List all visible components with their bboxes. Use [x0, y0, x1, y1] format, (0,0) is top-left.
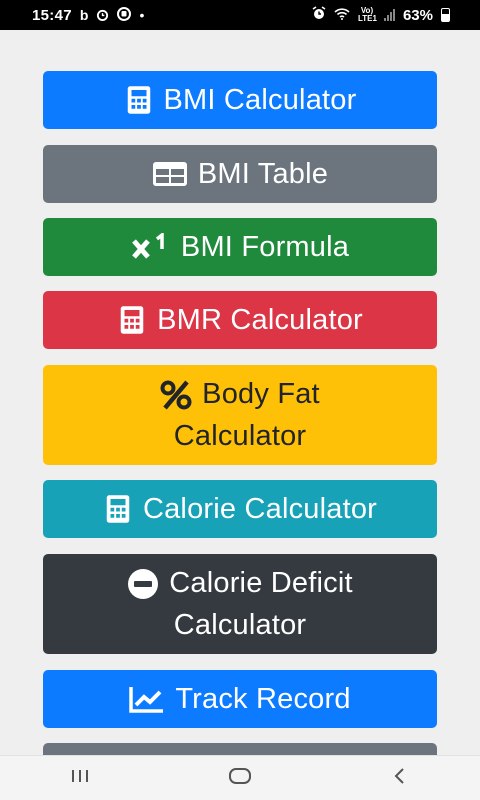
bmi-table-label: BMI Table — [197, 158, 329, 190]
status-left: 15:47 b • — [32, 7, 144, 24]
status-time: 15:47 — [32, 6, 72, 24]
calorie-deficit-calculator-label: Calorie Deficit Calculator — [169, 567, 353, 641]
bmi-calculator-label: BMI Calculator — [163, 84, 357, 116]
menu-list[interactable]: BMI Calculator BMI Table BMI Formula BMR… — [0, 30, 480, 755]
bmi-formula-label: BMI Formula — [180, 231, 350, 263]
bmi-table-button[interactable]: BMI Table — [43, 145, 437, 203]
chart-line-icon — [129, 685, 165, 713]
home-icon — [228, 767, 252, 790]
status-bar: 15:47 b • Vo) LTE1 63% — [0, 0, 480, 30]
calculator-icon — [117, 305, 147, 335]
dot-icon: • — [139, 7, 145, 23]
notification-b-icon: b — [79, 7, 89, 23]
calculator-icon — [103, 494, 133, 524]
wifi-icon — [334, 7, 350, 24]
volte-label: Vo) LTE1 — [357, 6, 377, 23]
app-notification-icon — [117, 7, 132, 23]
calorie-calculator-label: Calorie Calculator — [142, 493, 378, 525]
bmi-calculator-button[interactable]: BMI Calculator — [43, 71, 437, 129]
percent-icon — [160, 380, 192, 410]
calculator-icon — [124, 85, 154, 115]
body-fat-calculator-inner: Body Fat Calculator — [90, 373, 390, 457]
battery-percent: 63% — [402, 6, 433, 24]
status-right: Vo) LTE1 63% — [312, 6, 450, 24]
back-button[interactable] — [370, 758, 430, 798]
superscript-icon — [131, 233, 171, 261]
bmr-calculator-button[interactable]: BMR Calculator — [43, 291, 437, 349]
bmr-calculator-label: BMR Calculator — [157, 304, 363, 336]
alarm-icon — [312, 6, 326, 24]
next-menu-button-partial[interactable] — [43, 743, 437, 755]
minus-circle-icon — [127, 568, 159, 600]
body-fat-calculator-label: Body Fat Calculator — [173, 378, 320, 452]
recents-button[interactable] — [50, 758, 110, 798]
recents-icon — [69, 768, 91, 789]
system-nav-bar — [0, 755, 480, 800]
back-icon — [392, 767, 408, 790]
body-fat-calculator-button[interactable]: Body Fat Calculator — [43, 365, 437, 465]
track-record-button[interactable]: Track Record — [43, 670, 437, 728]
bmi-formula-button[interactable]: BMI Formula — [43, 218, 437, 276]
calorie-deficit-calculator-button[interactable]: Calorie Deficit Calculator — [43, 554, 437, 654]
alarm-notification-icon — [96, 8, 109, 23]
home-button[interactable] — [210, 758, 270, 798]
calorie-deficit-calculator-inner: Calorie Deficit Calculator — [90, 562, 390, 646]
battery-icon — [441, 8, 450, 22]
calorie-calculator-button[interactable]: Calorie Calculator — [43, 480, 437, 538]
table-icon — [152, 161, 188, 187]
track-record-label: Track Record — [175, 683, 351, 715]
signal-icon — [383, 9, 395, 21]
